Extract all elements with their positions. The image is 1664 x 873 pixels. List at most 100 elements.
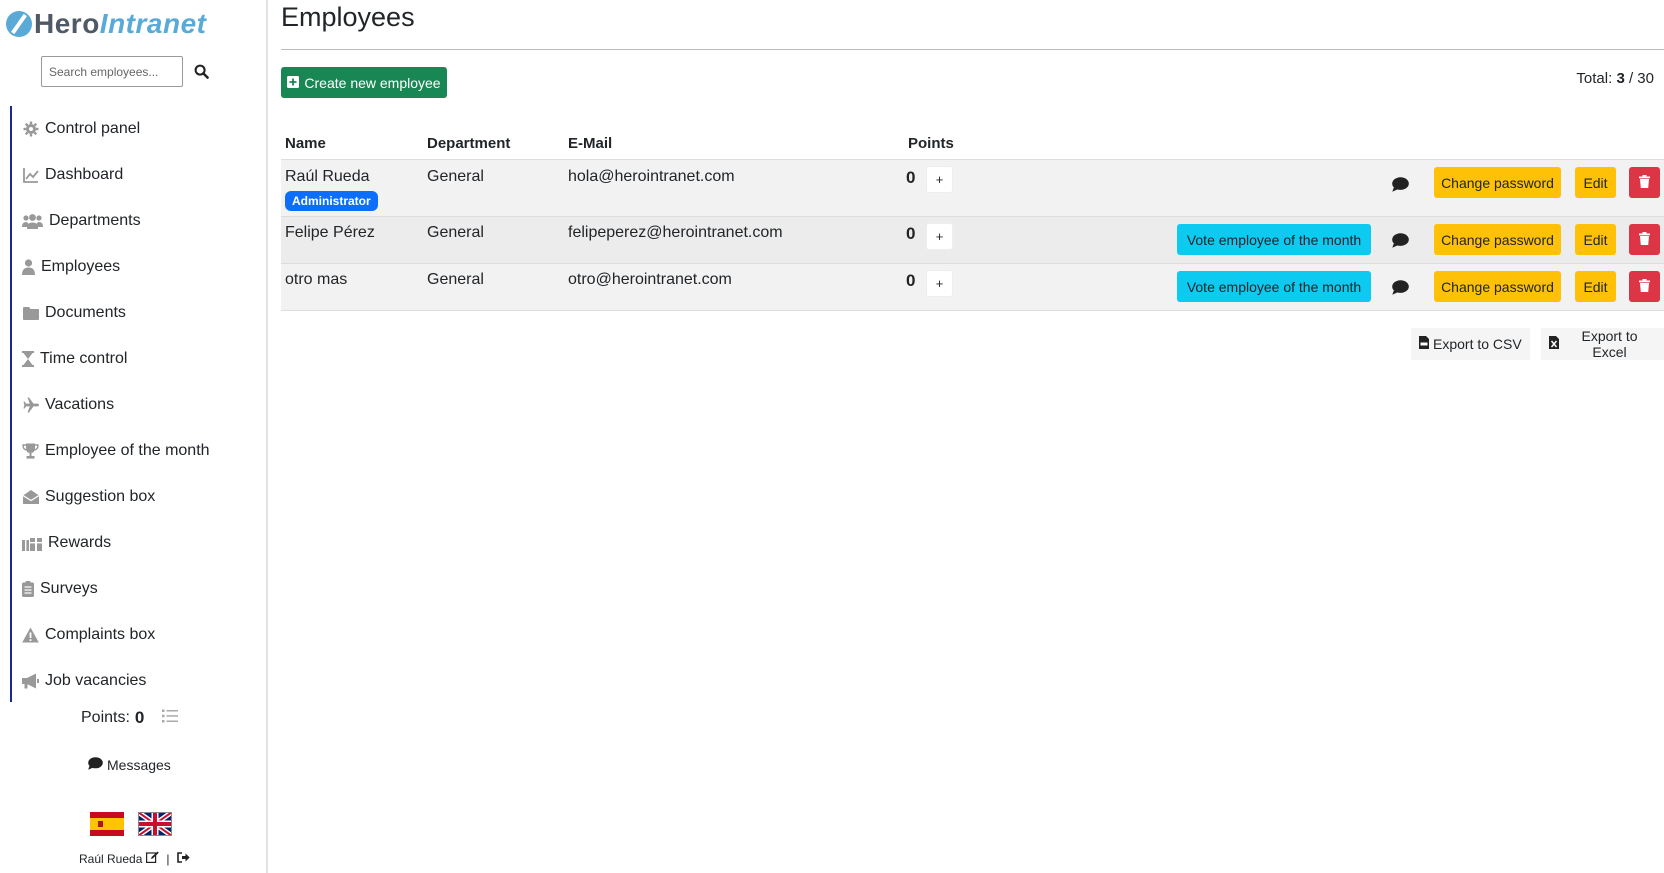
create-employee-label: Create new employee [304,74,441,91]
sidebar: Hero Intranet Control panel Dashboard De… [0,0,268,873]
export-csv-label: Export to CSV [1433,336,1522,352]
edit-button[interactable]: Edit [1575,167,1616,198]
plane-icon [22,397,39,414]
plus-square-icon [287,75,300,91]
export-excel-button[interactable]: Export to Excel [1541,328,1664,360]
employee-department: General [427,168,484,185]
employees-table: Name Department E-Mail Points Raúl Rueda… [281,126,1664,311]
points-label: Points: [81,709,130,726]
points-value: 0 [134,708,145,727]
employee-department: General [427,224,484,241]
export-csv-button[interactable]: Export to CSV [1411,328,1530,360]
trash-icon [1639,231,1650,248]
column-header-points: Points [908,135,954,152]
sidebar-item-label: Time control [40,350,128,367]
flag-uk-icon[interactable] [136,809,174,839]
sidebar-item-vacations[interactable]: Vacations [12,382,266,428]
sidebar-item-job-vacancies[interactable]: Job vacancies [12,658,266,704]
user-points: Points: 0 [81,708,179,728]
sidebar-item-label: Suggestion box [45,488,156,505]
hourglass-icon [22,351,34,368]
sidebar-item-employee-of-the-month[interactable]: Employee of the month [12,428,266,474]
employee-points: 0 [906,168,916,187]
sidebar-item-surveys[interactable]: Surveys [12,566,266,612]
clipboard-icon [22,581,34,598]
search-icon[interactable] [192,63,210,81]
employee-name: otro mas [285,271,348,288]
column-header-department: Department [427,135,511,152]
comment-icon[interactable] [1390,174,1410,194]
sidebar-item-complaints-box[interactable]: Complaints box [12,612,266,658]
create-employee-button[interactable]: Create new employee [281,67,447,98]
envelope-open-icon [22,489,39,506]
user-icon [22,259,35,276]
sidebar-item-suggestion-box[interactable]: Suggestion box [12,474,266,520]
comment-icon [88,757,103,773]
list-icon[interactable] [162,709,179,728]
title-divider [281,49,1664,50]
table-row: Raúl Rueda Administrator General hola@he… [281,160,1664,217]
edit-button[interactable]: Edit [1575,271,1616,302]
vote-employee-of-the-month-button[interactable]: Vote employee of the month [1177,224,1371,255]
employee-name: Raúl Rueda [285,168,370,185]
sidebar-item-dashboard[interactable]: Dashboard [12,152,266,198]
sidebar-item-label: Complaints box [45,626,156,643]
change-password-button[interactable]: Change password [1434,167,1561,198]
logo-mark-icon [6,11,32,37]
comment-icon[interactable] [1390,277,1410,297]
users-icon [22,213,43,230]
add-points-button[interactable]: + [926,166,953,193]
gifts-icon [22,535,42,552]
add-points-button[interactable]: + [926,270,953,297]
search-bar [41,56,210,87]
current-user-name: Raúl Rueda [79,851,143,866]
sidebar-item-label: Employees [41,258,121,275]
gear-icon [22,121,39,138]
employee-email: felipeperez@herointranet.com [568,224,783,241]
table-row: Felipe Pérez General felipeperez@heroint… [281,217,1664,264]
edit-button[interactable]: Edit [1575,224,1616,255]
delete-button[interactable] [1629,224,1660,255]
sidebar-item-label: Rewards [48,534,112,551]
logout-icon[interactable] [176,851,190,866]
vote-employee-of-the-month-button[interactable]: Vote employee of the month [1177,271,1371,302]
search-input[interactable] [41,56,183,87]
sidebar-item-control-panel[interactable]: Control panel [12,106,266,152]
sidebar-item-time-control[interactable]: Time control [12,336,266,382]
trash-icon [1639,278,1650,295]
sidebar-item-label: Documents [45,304,126,321]
sidebar-item-label: Job vacancies [45,672,147,689]
total-shown: 3 [1616,70,1625,87]
change-password-button[interactable]: Change password [1434,224,1561,255]
sidebar-item-rewards[interactable]: Rewards [12,520,266,566]
total-all: / 30 [1628,70,1654,87]
sidebar-item-departments[interactable]: Departments [12,198,266,244]
employee-points: 0 [906,224,916,243]
comment-icon[interactable] [1390,230,1410,250]
column-header-email: E-Mail [568,135,613,152]
flag-spain-icon[interactable] [90,812,124,836]
folder-icon [22,305,39,322]
total-count: Total: 3 / 30 [1576,70,1654,87]
app-logo[interactable]: Hero Intranet [6,4,206,44]
chart-line-icon [22,167,39,184]
sidebar-item-label: Dashboard [45,166,124,183]
current-user: Raúl Rueda | [79,851,190,866]
employee-email: hola@herointranet.com [568,168,735,185]
delete-button[interactable] [1629,167,1660,198]
delete-button[interactable] [1629,271,1660,302]
add-points-button[interactable]: + [926,223,953,250]
messages-link[interactable]: Messages [88,757,171,773]
user-separator: | [166,851,170,866]
logo-text-intranet: Intranet [99,8,207,39]
change-password-button[interactable]: Change password [1434,271,1561,302]
trophy-icon [22,443,39,460]
page-title: Employees [281,2,415,32]
sidebar-item-label: Control panel [45,120,141,137]
sidebar-item-documents[interactable]: Documents [12,290,266,336]
edit-profile-icon[interactable] [146,851,160,866]
table-row: otro mas General otro@herointranet.com 0… [281,264,1664,311]
employee-name: Felipe Pérez [285,224,375,241]
file-excel-icon [1549,336,1559,352]
sidebar-item-employees[interactable]: Employees [12,244,266,290]
